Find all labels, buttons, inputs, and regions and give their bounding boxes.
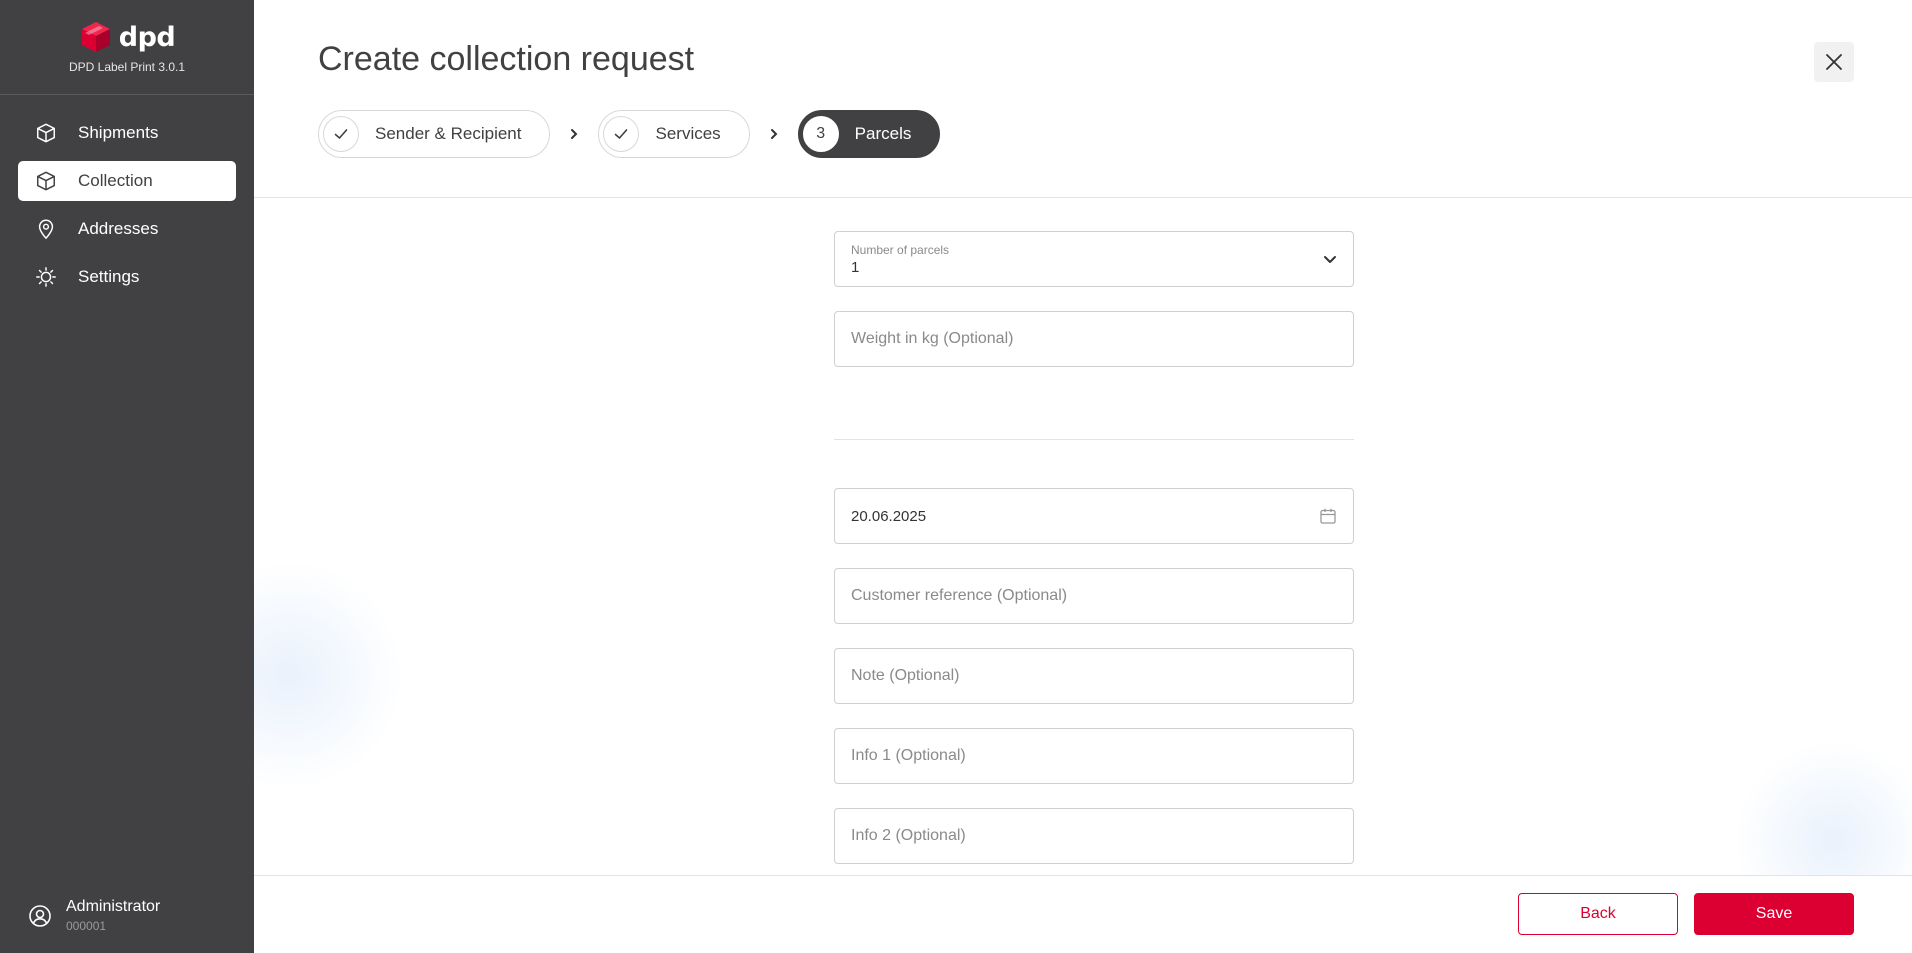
step-parcels[interactable]: 3 Parcels xyxy=(797,110,941,158)
brand-name: dpd xyxy=(118,21,176,53)
step-label: Services xyxy=(655,124,721,143)
gear-icon xyxy=(34,265,58,289)
sidebar-item-shipments[interactable]: Shipments xyxy=(18,113,236,153)
user-circle-icon xyxy=(29,904,51,927)
sidebar-item-settings[interactable]: Settings xyxy=(18,257,236,297)
background-glow xyxy=(254,560,404,790)
box-icon xyxy=(34,121,58,145)
close-button[interactable] xyxy=(1814,42,1854,82)
footer-bar: Back Save xyxy=(254,875,1912,953)
step-services[interactable]: Services xyxy=(598,110,750,158)
note-input[interactable]: Note (Optional) xyxy=(834,648,1354,704)
step-number: 3 xyxy=(802,116,839,152)
dpd-cube-icon xyxy=(81,22,110,52)
sidebar-item-collection[interactable]: Collection xyxy=(18,161,236,201)
note-placeholder: Note (Optional) xyxy=(851,667,960,684)
chevron-down-icon xyxy=(1324,256,1336,263)
app-version: DPD Label Print 3.0.1 xyxy=(68,60,186,74)
sidebar-item-label: Shipments xyxy=(78,123,159,142)
info1-input[interactable]: Info 1 (Optional) xyxy=(834,728,1354,784)
sidebar: dpd DPD Label Print 3.0.1 Shipments Coll… xyxy=(0,0,254,953)
chevron-right-icon xyxy=(550,128,598,140)
sidebar-item-label: Addresses xyxy=(78,219,159,238)
user-profile[interactable]: Administrator 000001 xyxy=(28,898,160,933)
parcels-form: Number of parcels 1 Weight in kg (Option… xyxy=(834,231,1354,864)
page-title: Create collection request xyxy=(318,40,695,78)
info1-placeholder: Info 1 (Optional) xyxy=(851,747,966,764)
back-button[interactable]: Back xyxy=(1518,893,1678,935)
customer-reference-input[interactable]: Customer reference (Optional) xyxy=(834,568,1354,624)
step-check-icon xyxy=(603,116,640,152)
step-sender-recipient[interactable]: Sender & Recipient xyxy=(318,110,551,158)
calendar-icon xyxy=(1320,508,1336,524)
step-label: Parcels xyxy=(854,124,912,143)
weight-placeholder: Weight in kg (Optional) xyxy=(851,330,1014,347)
step-check-icon xyxy=(323,116,359,152)
brand: dpd DPD Label Print 3.0.1 xyxy=(0,0,254,95)
user-id: 000001 xyxy=(66,919,107,933)
sidebar-item-label: Collection xyxy=(78,171,153,190)
main-content: Create collection request Sender & Recip… xyxy=(254,0,1912,953)
step-label: Sender & Recipient xyxy=(375,124,522,143)
location-pin-icon xyxy=(34,217,58,241)
info2-placeholder: Info 2 (Optional) xyxy=(851,827,966,844)
customer-reference-placeholder: Customer reference (Optional) xyxy=(851,587,1068,604)
stepper: Sender & Recipient Services 3 Parcels xyxy=(318,110,941,158)
number-of-parcels-select[interactable]: Number of parcels 1 xyxy=(834,231,1354,287)
info2-input[interactable]: Info 2 (Optional) xyxy=(834,808,1354,864)
user-name: Administrator xyxy=(66,898,161,915)
sidebar-nav: Shipments Collection Addresses Settings xyxy=(0,113,254,297)
close-icon xyxy=(1826,54,1842,70)
weight-input[interactable]: Weight in kg (Optional) xyxy=(834,311,1354,367)
select-label: Number of parcels xyxy=(851,242,950,257)
date-value: 20.06.2025 xyxy=(851,507,927,525)
dpd-logo: dpd xyxy=(79,20,176,54)
sidebar-item-addresses[interactable]: Addresses xyxy=(18,209,236,249)
select-value: 1 xyxy=(851,258,860,276)
header-divider xyxy=(254,197,1912,198)
save-button[interactable]: Save xyxy=(1694,893,1854,935)
box-icon xyxy=(34,169,58,193)
chevron-right-icon xyxy=(750,128,798,140)
form-divider xyxy=(834,439,1354,440)
sidebar-item-label: Settings xyxy=(78,267,140,286)
collection-date-input[interactable]: 20.06.2025 xyxy=(834,488,1354,544)
